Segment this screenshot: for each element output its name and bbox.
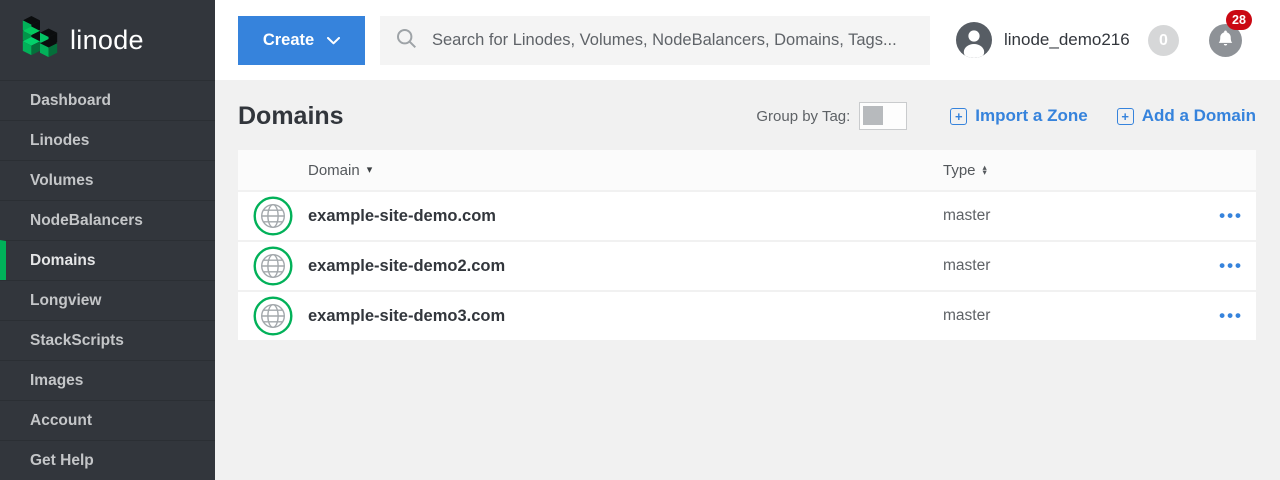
sort-by-type[interactable]: Type ▴ ▾ [943, 162, 1192, 179]
linode-cube-icon [19, 15, 61, 66]
row-icon-cell [238, 196, 308, 236]
linode-wordmark: linode [70, 25, 144, 56]
table-row[interactable]: example-site-demo.com master ••• [238, 192, 1256, 240]
notification-count-badge[interactable]: 28 [1226, 10, 1252, 30]
page-header: Domains Group by Tag: + Import a Zone + … [238, 94, 1256, 138]
sort-both-icon: ▴ ▾ [983, 165, 987, 176]
search-input[interactable] [430, 30, 914, 51]
sidebar-item-label: NodeBalancers [30, 212, 143, 230]
domain-link[interactable]: example-site-demo2.com [308, 257, 505, 275]
add-domain-button[interactable]: + Add a Domain [1117, 106, 1256, 126]
group-by-tag-label: Group by Tag: [756, 108, 850, 125]
domain-column-label: Domain [308, 162, 360, 179]
group-by-tag-toggle[interactable] [859, 102, 907, 130]
import-zone-button[interactable]: + Import a Zone [950, 106, 1087, 126]
domain-link[interactable]: example-site-demo3.com [308, 307, 505, 325]
domain-type: master [943, 207, 990, 224]
domain-type: master [943, 307, 990, 324]
sidebar-item-label: Domains [30, 252, 95, 270]
sidebar-item-label: Account [30, 412, 92, 430]
sidebar-item-nodebalancers[interactable]: NodeBalancers [0, 200, 215, 240]
table-header-row: Domain ▾ Type ▴ ▾ [238, 150, 1256, 190]
sidebar-item-get-help[interactable]: Get Help [0, 440, 215, 480]
sort-by-domain[interactable]: Domain ▾ [308, 162, 943, 179]
table-row[interactable]: example-site-demo3.com master ••• [238, 292, 1256, 340]
create-button[interactable]: Create [238, 16, 365, 65]
linode-logo[interactable]: linode [0, 0, 215, 80]
global-search[interactable] [380, 16, 930, 65]
avatar[interactable] [956, 22, 992, 58]
sort-desc-icon: ▾ [367, 165, 373, 176]
sidebar-item-account[interactable]: Account [0, 400, 215, 440]
domains-page: Domains Group by Tag: + Import a Zone + … [215, 80, 1280, 480]
domain-link[interactable]: example-site-demo.com [308, 207, 496, 225]
add-domain-label: Add a Domain [1142, 106, 1256, 126]
plus-icon: + [1117, 108, 1134, 125]
sidebar-item-volumes[interactable]: Volumes [0, 160, 215, 200]
sidebar-item-label: Dashboard [30, 92, 111, 110]
sidebar: linode Dashboard Linodes Volumes NodeBal… [0, 0, 215, 480]
toggle-knob [863, 106, 883, 125]
sidebar-item-label: Volumes [30, 172, 93, 190]
create-button-label: Create [263, 31, 314, 50]
page-title: Domains [238, 102, 344, 131]
sidebar-item-images[interactable]: Images [0, 360, 215, 400]
search-icon [396, 28, 417, 54]
chevron-down-icon [327, 31, 340, 50]
sidebar-item-dashboard[interactable]: Dashboard [0, 80, 215, 120]
action-menu-icon[interactable]: ••• [1219, 206, 1256, 226]
action-menu-icon[interactable]: ••• [1219, 256, 1256, 276]
bell-icon [1218, 30, 1233, 52]
domain-type: master [943, 257, 990, 274]
row-icon-cell [238, 296, 308, 336]
sidebar-item-label: Linodes [30, 132, 89, 150]
username[interactable]: linode_demo216 [1004, 0, 1130, 80]
globe-icon [253, 246, 293, 286]
sidebar-item-label: Images [30, 372, 83, 390]
domains-table: Domain ▾ Type ▴ ▾ [238, 150, 1256, 340]
globe-icon [253, 296, 293, 336]
sidebar-item-label: Get Help [30, 452, 94, 470]
plus-icon: + [950, 108, 967, 125]
sidebar-item-domains[interactable]: Domains [0, 240, 215, 280]
sidebar-item-label: Longview [30, 292, 101, 310]
type-column-label: Type [943, 162, 976, 179]
sidebar-item-label: StackScripts [30, 332, 124, 350]
action-menu-icon[interactable]: ••• [1219, 306, 1256, 326]
pending-events-badge[interactable]: 0 [1148, 25, 1179, 56]
row-icon-cell [238, 246, 308, 286]
sidebar-item-stackscripts[interactable]: StackScripts [0, 320, 215, 360]
topbar: Create linode_demo216 0 28 [215, 0, 1280, 80]
table-row[interactable]: example-site-demo2.com master ••• [238, 242, 1256, 290]
sidebar-item-linodes[interactable]: Linodes [0, 120, 215, 160]
header-type-cell: Type ▴ ▾ [943, 162, 1192, 179]
globe-icon [253, 196, 293, 236]
header-domain-cell: Domain ▾ [308, 162, 943, 179]
import-zone-label: Import a Zone [975, 106, 1087, 126]
sidebar-item-longview[interactable]: Longview [0, 280, 215, 320]
